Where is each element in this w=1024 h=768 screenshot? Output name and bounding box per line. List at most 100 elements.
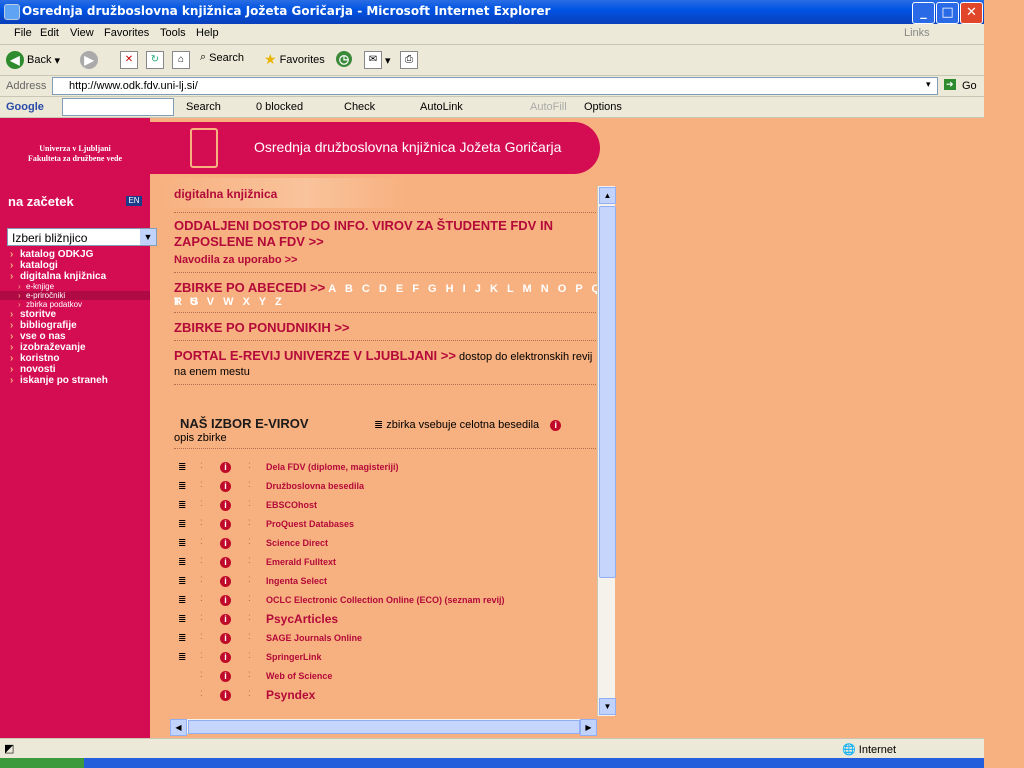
site-title[interactable]: Osrednja družboslovna knjižnica Jožeta G… xyxy=(254,139,561,155)
menu-edit[interactable]: Edit xyxy=(40,27,59,39)
section-tab: digitalna knjižnica xyxy=(150,178,410,208)
info-icon[interactable]: i xyxy=(220,595,231,606)
info-icon[interactable]: i xyxy=(220,690,231,701)
mail-button[interactable]: ✉ ▾ xyxy=(364,51,391,69)
minimize-button[interactable]: _ xyxy=(912,2,935,24)
google-search-button[interactable]: Search xyxy=(186,101,221,113)
refresh-button[interactable]: ↻ xyxy=(146,51,164,69)
alphabet-link[interactable]: ZBIRKE PO ABECEDI >> xyxy=(174,280,325,295)
sidebar-item[interactable]: e-priročniki xyxy=(0,291,150,300)
scroll-up-icon[interactable]: ▲ xyxy=(599,187,616,204)
google-logo[interactable]: Google xyxy=(6,101,44,113)
links-label[interactable]: Links xyxy=(904,27,930,39)
sidebar-item[interactable]: e-knjige xyxy=(0,282,150,291)
menu-file[interactable]: File xyxy=(14,27,32,39)
info-icon[interactable]: i xyxy=(220,614,231,625)
sidebar-item[interactable]: katalog ODKJG xyxy=(0,249,150,260)
sidebar-item[interactable]: koristno xyxy=(0,353,150,364)
popup-blocker[interactable]: 0 blocked xyxy=(256,101,303,113)
google-search-input[interactable] xyxy=(62,98,174,116)
source-link[interactable]: Science Direct xyxy=(266,538,328,548)
info-icon[interactable]: i xyxy=(220,538,231,549)
source-link[interactable]: Družboslovna besedila xyxy=(266,481,364,491)
source-link[interactable]: Ingenta Select xyxy=(266,576,327,586)
favorites-button[interactable]: ★ Favorites xyxy=(264,51,325,68)
fulltext-icon: ≣ xyxy=(178,576,187,587)
university-logo[interactable]: Univerza v Ljubljani Fakulteta za družbe… xyxy=(10,144,140,164)
source-link[interactable]: ProQuest Databases xyxy=(266,519,354,529)
sidebar-item[interactable]: storitve xyxy=(0,309,150,320)
scroll-down-icon[interactable]: ▼ xyxy=(599,698,616,715)
hscroll-thumb[interactable] xyxy=(188,720,580,734)
horizontal-scrollbar[interactable]: ◀ ▶ xyxy=(170,719,597,736)
source-row: ≣: i: Dela FDV (diplome, magisteriji) xyxy=(174,460,594,479)
info-icon[interactable]: i xyxy=(220,633,231,644)
info-icon[interactable]: i xyxy=(220,462,231,473)
forward-button[interactable]: ▶ xyxy=(80,51,98,69)
source-link[interactable]: EBSCOhost xyxy=(266,500,317,510)
sidebar-item[interactable]: katalogi xyxy=(0,260,150,271)
info-icon[interactable]: i xyxy=(220,652,231,663)
info-icon[interactable]: i xyxy=(220,557,231,568)
menu-tools[interactable]: Tools xyxy=(160,27,186,39)
sidebar-nav: katalog ODKJGkatalogidigitalna knjižnica… xyxy=(0,249,150,386)
stop-button[interactable]: ✕ xyxy=(120,51,138,69)
sidebar-item[interactable]: novosti xyxy=(0,364,150,375)
english-flag-icon[interactable]: EN xyxy=(126,196,142,206)
address-dropdown-icon[interactable]: ▾ xyxy=(926,79,931,90)
alphabet-letters-2[interactable]: T U V W X Y Z xyxy=(174,296,285,308)
go-button[interactable]: Go xyxy=(962,80,977,92)
source-link[interactable]: Emerald Fulltext xyxy=(266,557,336,567)
sidebar-item[interactable]: vse o nas xyxy=(0,331,150,342)
sidebar-item[interactable]: zbirka podatkov xyxy=(0,300,150,309)
instructions-link[interactable]: Navodila za uporabo >> xyxy=(174,254,297,266)
info-icon[interactable]: i xyxy=(220,500,231,511)
provider-link[interactable]: ZBIRKE PO PONUDNIKIH >> xyxy=(174,320,350,336)
autolink-button[interactable]: AutoLink xyxy=(420,101,463,113)
back-button[interactable]: ◀ Back ▾ xyxy=(6,51,60,69)
close-button[interactable]: ✕ xyxy=(960,2,983,24)
scroll-left-icon[interactable]: ◀ xyxy=(170,719,187,736)
sidebar-item[interactable]: iskanje po straneh xyxy=(0,375,150,386)
source-link[interactable]: PsycArticles xyxy=(266,612,338,626)
info-icon[interactable]: i xyxy=(220,519,231,530)
info-icon[interactable]: i xyxy=(220,576,231,587)
start-button[interactable] xyxy=(0,758,84,768)
print-button[interactable]: ⎙ xyxy=(400,51,418,69)
search-button[interactable]: ⌕ Search xyxy=(200,51,244,64)
menu-view[interactable]: View xyxy=(70,27,94,39)
vertical-scrollbar[interactable]: ▲ ▼ xyxy=(597,186,616,716)
separator: : xyxy=(200,536,203,547)
options-button[interactable]: Options xyxy=(584,101,622,113)
maximize-button[interactable]: □ xyxy=(936,2,959,24)
spell-check-button[interactable]: Check xyxy=(344,101,375,113)
sidebar-item[interactable]: izobraževanje xyxy=(0,342,150,353)
home-button[interactable]: ⌂ xyxy=(172,51,190,69)
menu-favorites[interactable]: Favorites xyxy=(104,27,149,39)
source-link[interactable]: SAGE Journals Online xyxy=(266,633,362,643)
sidebar-item[interactable]: bibliografije xyxy=(0,320,150,331)
source-row: ≣: i: Emerald Fulltext xyxy=(174,555,594,574)
remote-access-link[interactable]: ODDALJENI DOSTOP DO INFO. VIROV ZA ŠTUDE… xyxy=(174,218,584,250)
autofill-button[interactable]: AutoFill xyxy=(530,101,567,113)
scroll-right-icon[interactable]: ▶ xyxy=(580,719,597,736)
info-icon[interactable]: i xyxy=(220,671,231,682)
source-link[interactable]: OCLC Electronic Collection Online (ECO) … xyxy=(266,595,505,605)
source-link[interactable]: Psyndex xyxy=(266,688,315,702)
info-icon[interactable]: i xyxy=(220,481,231,492)
home-link[interactable]: na začetek xyxy=(8,194,74,209)
sidebar-item[interactable]: digitalna knjižnica xyxy=(0,271,150,282)
source-link[interactable]: Web of Science xyxy=(266,671,332,681)
fulltext-icon: ≣ xyxy=(178,614,187,625)
portal-link[interactable]: PORTAL E-REVIJ UNIVERZE V LJUBLJANI >> xyxy=(174,348,456,363)
separator: : xyxy=(200,612,203,623)
address-input[interactable]: http://www.odk.fdv.uni-lj.si/ xyxy=(52,77,938,95)
shortcut-select[interactable]: Izberi bližnjico ▼ xyxy=(7,228,157,246)
history-button[interactable]: ◷ xyxy=(336,51,352,67)
go-arrow-icon[interactable]: ➜ xyxy=(944,79,956,90)
scroll-thumb[interactable] xyxy=(599,206,616,578)
source-link[interactable]: Dela FDV (diplome, magisteriji) xyxy=(266,462,399,472)
source-link[interactable]: SpringerLink xyxy=(266,652,322,662)
source-row: ≣: i: Science Direct xyxy=(174,536,594,555)
menu-help[interactable]: Help xyxy=(196,27,219,39)
